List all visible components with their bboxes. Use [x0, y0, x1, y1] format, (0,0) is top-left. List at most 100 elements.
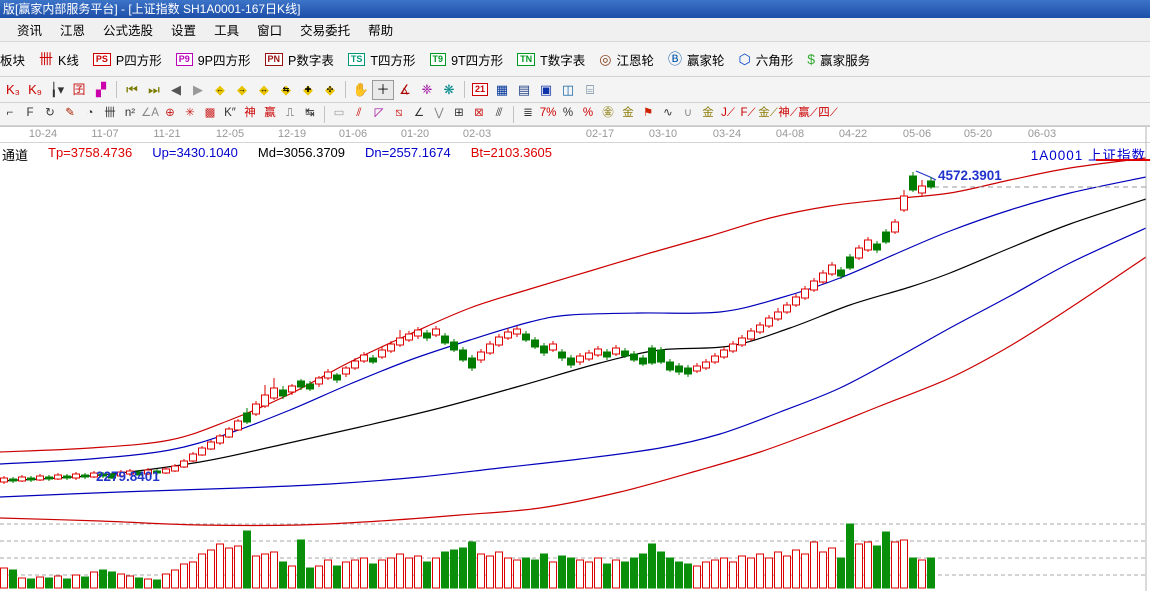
menu-item-5[interactable]: 窗口 [248, 18, 291, 41]
diamond-right-icon[interactable]: ◆ → [231, 80, 253, 100]
gold-circle-icon[interactable]: ㊎ [598, 105, 618, 123]
fib-partial-icon-glyph: ⌐ [6, 107, 14, 120]
candle-flag-icon[interactable]: ⚑ [638, 105, 658, 123]
candle-body [270, 387, 278, 399]
ying-ticks-icon[interactable]: 赢 [260, 105, 280, 123]
candle-body [234, 420, 242, 431]
calendar-icon[interactable]: 21 [469, 80, 491, 100]
calculator-icon[interactable]: ▦ [491, 80, 513, 100]
ying-angle-icon[interactable]: 赢⟋ [798, 105, 818, 123]
toolbar-button-p-square[interactable]: PS P四方形 [86, 42, 169, 76]
toolbar-button-p-digit-table[interactable]: PN P数字表 [258, 42, 341, 76]
tick-comb-icon[interactable]: 卌 [100, 105, 120, 123]
diamond-center-icon[interactable]: ◆ ✚ [297, 80, 319, 100]
toolbar-button-9t-square[interactable]: T9 9T四方形 [423, 42, 511, 76]
box-diagonal-icon[interactable]: ⧅ [389, 105, 409, 123]
percent-line-icon[interactable]: % [578, 105, 598, 123]
stats-table-icon[interactable]: ≣ [518, 105, 538, 123]
fib-partial-icon[interactable]: ⌐ [0, 105, 20, 123]
gold-circle-icon-glyph: ㊎ [602, 107, 614, 120]
gold-underline-icon[interactable]: 金 [698, 105, 718, 123]
menu-item-2[interactable]: 公式选股 [94, 18, 162, 41]
workstation-icon[interactable]: ⌸ [579, 80, 601, 100]
toolbar-drawing-tools: ⌐ F ↻ ✎ ◔ 卌 n² ∠A ⊕ ✳ ▩ K″ 神赢 ⎍ ↹ ▭ ⫽ ◸ ⧅ ∠ ⋁ ⊞ ⊠ ⫻ ≣ 7%%% ㊎金 ⚑ ∿ ∪ 金 J… [0, 103, 1150, 126]
next-bar-icon-glyph: ▶ [193, 82, 203, 97]
menu-item-4[interactable]: 工具 [205, 18, 248, 41]
menu-item-7[interactable]: 帮助 [359, 18, 402, 41]
j-angle-icon[interactable]: J⟋ [718, 105, 738, 123]
toolbar-button-hexagon[interactable]: ⬡ 六角形 [732, 42, 801, 76]
angle-a-icon[interactable]: ∠A [140, 105, 160, 123]
chart-canvas[interactable] [0, 126, 1150, 591]
toolbar-button-winner-service[interactable]: $ 赢家服务 [800, 42, 877, 76]
k-prime-icon[interactable]: K″ [220, 105, 240, 123]
select-box-icon[interactable]: ▭ [329, 105, 349, 123]
grid-l-icon[interactable]: ⊠ [469, 105, 489, 123]
shen-ticks-icon[interactable]: 神 [240, 105, 260, 123]
gold-angle-icon[interactable]: 金⟋ [758, 105, 778, 123]
prev-bar-icon[interactable]: ◀ [165, 80, 187, 100]
toolbar-button-winner-wheel[interactable]: Ⓑ 赢家轮 [661, 42, 732, 76]
hand-tool-icon[interactable]: ✋ [350, 80, 372, 100]
diamond-shrink-icon[interactable]: ◆ ⇆ [275, 80, 297, 100]
v-line-icon[interactable]: ⋁ [429, 105, 449, 123]
span-arrows-icon[interactable]: ↹ [300, 105, 320, 123]
diamond-all-icon[interactable]: ◆ ✣ [319, 80, 341, 100]
toolbar-button-kline[interactable]: 卌 K线 [32, 42, 86, 76]
toolbar-button-9p-square[interactable]: P9 9P四方形 [169, 42, 258, 76]
spiral-icon[interactable]: ↻ [40, 105, 60, 123]
measure-cup-icon[interactable]: ∪ [678, 105, 698, 123]
grid-dots-icon[interactable]: ⊞ [449, 105, 469, 123]
notes-icon[interactable]: ▤ [513, 80, 535, 100]
ruler-123-icon[interactable]: ⎍ [280, 105, 300, 123]
menu-item-6[interactable]: 交易委托 [291, 18, 359, 41]
si-angle-icon[interactable]: 四⟋ [818, 105, 838, 123]
boxed-fan-icon[interactable]: ◸ [369, 105, 389, 123]
kline-9-icon[interactable]: K₉ [24, 80, 46, 100]
compass-cross-icon[interactable]: ⊕ [160, 105, 180, 123]
f-angle-icon[interactable]: F⟋ [738, 105, 758, 123]
f-ladder-icon[interactable]: F [20, 105, 40, 123]
menu-item-0[interactable]: 资讯 [8, 18, 51, 41]
radial-web-icon[interactable]: ✳ [180, 105, 200, 123]
diamond-left-icon[interactable]: ◆ ← [209, 80, 231, 100]
network-tool-icon[interactable]: ❋ [438, 80, 460, 100]
save-icon[interactable]: ▣ [535, 80, 557, 100]
crosshair-tool-icon[interactable]: ＋ [372, 79, 394, 100]
menu-item-1[interactable]: 江恩 [51, 18, 94, 41]
menu-item-3[interactable]: 设置 [162, 18, 205, 41]
kline-3-icon[interactable]: K₃ [2, 80, 24, 100]
color-histogram-icon[interactable]: ▞ [90, 80, 112, 100]
n-square-icon[interactable]: n² [120, 105, 140, 123]
compass-cross-icon-glyph: ⊕ [165, 107, 175, 120]
shen-angle-icon[interactable]: 神⟋ [778, 105, 798, 123]
percent-icon[interactable]: % [558, 105, 578, 123]
toolbar-button-t-digit-table[interactable]: TN T数字表 [510, 42, 592, 76]
toolbar-button-sector[interactable]: 板块 [0, 42, 32, 76]
volume-bar [576, 559, 584, 589]
gann-box-icon[interactable]: 囝 [68, 80, 90, 100]
candle-body [378, 349, 386, 358]
toolbar-button-t-square[interactable]: TS T四方形 [341, 42, 423, 76]
parallel-lines-icon[interactable]: ⫻ [489, 105, 509, 123]
wave-icon[interactable]: ∿ [658, 105, 678, 123]
speed-circle-icon[interactable]: ◔ [80, 105, 100, 123]
toolbar-button-gann-wheel[interactable]: ◎ 江恩轮 [592, 42, 661, 76]
percent-7-icon[interactable]: 7% [538, 105, 558, 123]
angle-tool-icon[interactable]: ∡ [394, 80, 416, 100]
last-bar-icon[interactable]: ⏭ [143, 80, 165, 100]
gold-lines-icon[interactable]: 金 [618, 105, 638, 123]
first-bar-icon[interactable]: ⏮ [121, 80, 143, 100]
candle-style-dropdown[interactable]: ╽▾ [46, 80, 68, 100]
shape-tool-icon[interactable]: ❈ [416, 80, 438, 100]
boxed-web-icon[interactable]: ▩ [200, 105, 220, 123]
trend-angle-icon[interactable]: ∠ [409, 105, 429, 123]
chart-export-icon[interactable]: ◫ [557, 80, 579, 100]
diamond-expand-icon[interactable]: ◆ ↔ [253, 80, 275, 100]
box-diagonal-icon-glyph: ⧅ [395, 107, 403, 120]
next-bar-icon[interactable]: ▶ [187, 80, 209, 100]
marker-pen-icon[interactable]: ✎ [60, 105, 80, 123]
gann-fan-icon[interactable]: ⫽ [349, 105, 369, 123]
candle-body [747, 330, 755, 340]
candle-body [540, 345, 548, 354]
